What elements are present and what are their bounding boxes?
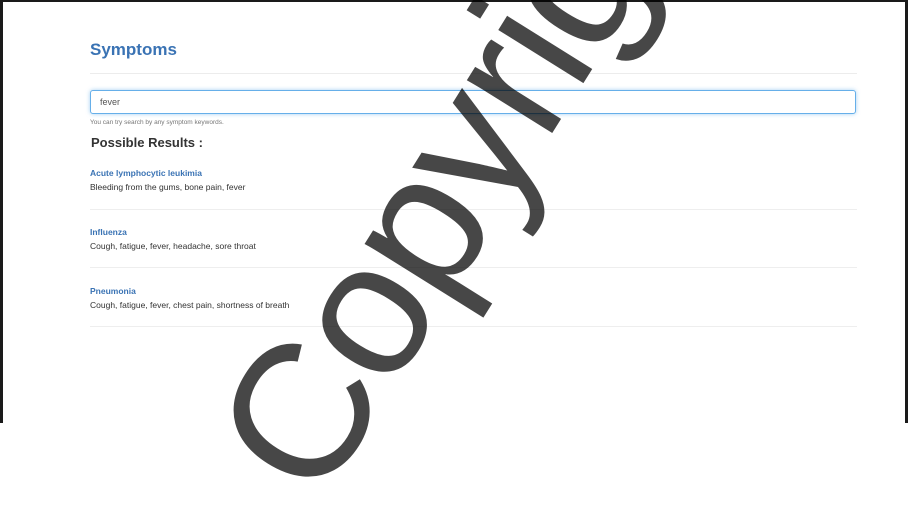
copyright-watermark: Copyright@R <box>173 0 908 529</box>
page-title: Symptoms <box>90 40 177 59</box>
result-item: Pneumonia Cough, fatigue, fever, chest p… <box>90 286 857 311</box>
result-divider <box>90 209 857 210</box>
result-name-link[interactable]: Influenza <box>90 227 857 238</box>
symptom-search-input[interactable] <box>90 90 856 114</box>
result-symptoms: Cough, fatigue, fever, chest pain, short… <box>90 300 290 310</box>
title-divider <box>90 73 857 74</box>
result-item: Influenza Cough, fatigue, fever, headach… <box>90 227 857 252</box>
results-heading: Possible Results : <box>91 135 203 150</box>
result-name-link[interactable]: Acute lymphocytic leukimia <box>90 168 857 179</box>
app-window: Symptoms You can try search by any sympt… <box>0 0 908 529</box>
search-help-text: You can try search by any symptom keywor… <box>90 119 224 126</box>
result-divider <box>90 267 857 268</box>
result-symptoms: Bleeding from the gums, bone pain, fever <box>90 182 246 192</box>
result-name-link[interactable]: Pneumonia <box>90 286 857 297</box>
result-item: Acute lymphocytic leukimia Bleeding from… <box>90 168 857 193</box>
result-symptoms: Cough, fatigue, fever, headache, sore th… <box>90 241 256 251</box>
result-divider <box>90 326 857 327</box>
